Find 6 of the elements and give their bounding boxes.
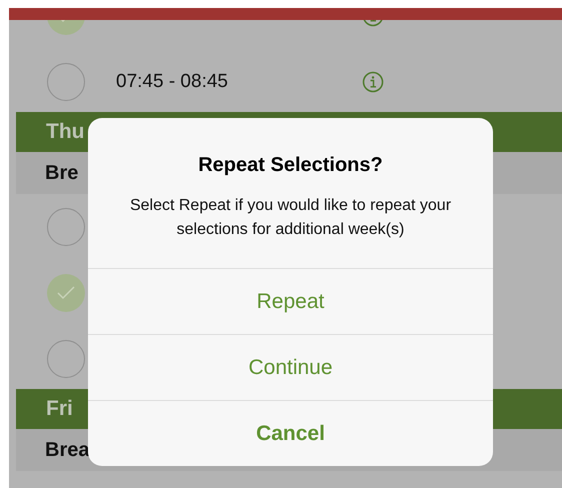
dialog-button[interactable]: Cancel xyxy=(88,400,493,466)
dialog-title: Repeat Selections? xyxy=(198,153,383,178)
dialog-button[interactable]: Continue xyxy=(88,334,493,400)
dialog-message: Select Repeat if you would like to repeat your selections for additional week(s) xyxy=(128,196,452,240)
time-range: 07:45 - 08:45 xyxy=(116,70,229,94)
dialog-button[interactable]: Repeat xyxy=(88,268,493,334)
